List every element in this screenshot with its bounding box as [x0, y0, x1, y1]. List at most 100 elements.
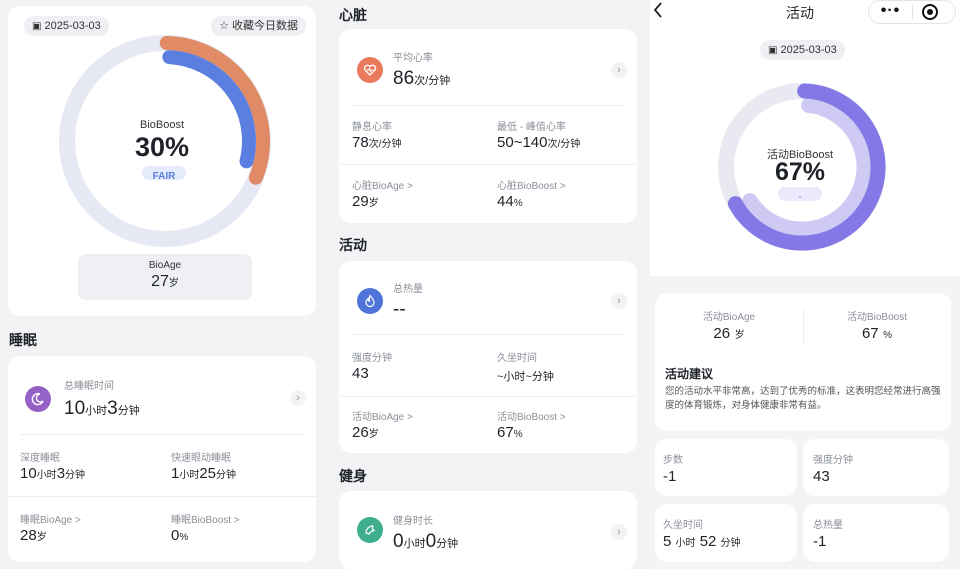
total-sleep-hours: 10	[64, 398, 86, 419]
calories-card[interactable]: 总热量 -1	[803, 504, 949, 562]
minutes-unit: 分钟	[65, 470, 86, 481]
avg-hr-label: 平均心率	[393, 53, 433, 64]
hr-range-unit: 次/分钟	[547, 139, 581, 150]
calories-value: -1	[813, 533, 827, 550]
calories-label: 总热量	[393, 284, 423, 295]
age-unit: 岁	[368, 198, 379, 209]
percent-unit: %	[179, 532, 189, 543]
activity-bioage-link[interactable]: 活动BioAge >	[352, 408, 413, 423]
heart-icon	[357, 57, 383, 83]
hr-range-value: 50~140	[497, 134, 548, 151]
chevron-right-icon[interactable]: ›	[611, 62, 627, 78]
activity-bioboost-label: 活动BioBoost	[846, 312, 908, 323]
age-unit: 岁	[368, 429, 379, 440]
minutes-unit: 分钟	[117, 405, 140, 417]
rem-sleep-label: 快速眼动睡眠	[171, 453, 231, 464]
rest-hr-unit: 次/分钟	[368, 139, 402, 150]
bioage-value: 27	[151, 273, 169, 290]
total-sleep-label: 总睡眠时间	[64, 381, 114, 392]
target-icon[interactable]	[922, 4, 938, 20]
fitness-minutes: 0	[425, 531, 437, 552]
sedentary-label: 久坐时间	[663, 520, 703, 531]
avg-hr-unit: 次/分钟	[414, 75, 451, 87]
deep-sleep-label: 深度睡眠	[20, 453, 60, 464]
fitness-hours: 0	[393, 531, 404, 552]
advice-text: 您的活动水平非常高，达到了优秀的标准，这表明您经常进行高强度的体育锻炼，对身体健…	[665, 386, 941, 411]
sleep-bioboost-link[interactable]: 睡眠BioBoost >	[171, 511, 240, 526]
percent-unit: %	[883, 330, 893, 341]
calories-value: --	[393, 299, 406, 320]
activity-detail-panel: 活动 •·• ▣ 2025-03-03 活动BioBoost 67% - 活动B…	[650, 0, 960, 569]
calories-label: 总热量	[813, 520, 843, 531]
heart-bioboost-value: 44	[497, 193, 514, 210]
calendar-icon: ▣	[768, 45, 778, 56]
hours-unit: 小时	[179, 470, 200, 481]
fire-icon	[357, 288, 383, 314]
ring-value: 67%	[774, 158, 826, 186]
moon-icon	[25, 386, 51, 412]
steps-card[interactable]: 步数 -1	[655, 439, 797, 496]
sleep-bioage-link[interactable]: 睡眠BioAge >	[20, 511, 81, 526]
steps-label: 步数	[663, 455, 683, 466]
hours-unit: 小时	[675, 538, 696, 549]
activity-bioboost-value: 67	[497, 424, 514, 441]
fitness-card: 健身时长 0小时0分钟 ›	[339, 491, 637, 569]
age-unit: 岁	[36, 532, 47, 543]
chevron-right-icon[interactable]: ›	[290, 390, 306, 406]
fitness-section-title: 健身	[339, 468, 367, 484]
deep-sleep-hours: 10	[20, 465, 37, 482]
intensity-minutes-label: 强度分钟	[813, 455, 853, 466]
advice-title: 活动建议	[665, 367, 714, 381]
heart-bioage-value: 29	[352, 193, 369, 210]
hours-unit: 小时	[403, 538, 426, 550]
sleep-section-title: 睡眠	[9, 332, 37, 348]
hr-range-label: 最低 - 峰值心率	[497, 122, 566, 133]
sedentary-value: ~小时~分钟	[497, 371, 554, 383]
sedentary-label: 久坐时间	[497, 353, 537, 364]
intensity-minutes-value: 43	[813, 468, 830, 485]
ring-value: 30%	[134, 132, 190, 162]
ring-badge: FAIR	[152, 171, 176, 182]
category-details-panel: 心脏 平均心率 86次/分钟 › 静息心率 78次/分钟 最低 - 峰值心率 5…	[331, 0, 645, 569]
ring-badge: -	[798, 192, 802, 203]
age-unit: 岁	[734, 330, 745, 341]
activity-bioage-value: 26	[352, 424, 369, 441]
bioboost-card: ▣ 2025-03-03 ☆ 收藏今日数据 BioBoost 30% FAIR …	[8, 6, 316, 316]
percent-unit: %	[513, 198, 523, 209]
intensity-card[interactable]: 强度分钟 43	[803, 439, 949, 496]
avg-hr-value: 86	[393, 68, 415, 89]
deep-sleep-minutes: 3	[56, 465, 66, 482]
chevron-right-icon[interactable]: ›	[611, 293, 627, 309]
activity-section-title: 活动	[339, 237, 367, 253]
activity-bioboost-value: 67	[861, 325, 879, 342]
percent-unit: %	[513, 429, 523, 440]
date-pill[interactable]: ▣ 2025-03-03	[760, 40, 845, 60]
bioage-box[interactable]: BioAge 27岁	[78, 254, 252, 300]
minutes-unit: 分钟	[216, 470, 237, 481]
bioboost-overview-panel: ▣ 2025-03-03 ☆ 收藏今日数据 BioBoost 30% FAIR …	[0, 0, 324, 569]
steps-value: -1	[663, 468, 677, 485]
sleep-bioage-value: 28	[20, 527, 37, 544]
chevron-right-icon[interactable]: ›	[611, 524, 627, 540]
rest-hr-label: 静息心率	[352, 122, 392, 133]
sleep-card: 总睡眠时间 10小时3分钟 › 深度睡眠 10小时3分钟 快速眼动睡眠 1小时2…	[8, 356, 316, 562]
fitness-duration-label: 健身时长	[393, 516, 433, 527]
sedentary-hours: 5	[663, 533, 672, 550]
activity-bioboost-link[interactable]: 活动BioBoost >	[497, 408, 566, 423]
heart-bioage-link[interactable]: 心脏BioAge >	[352, 177, 413, 192]
activity-summary-card: 活动BioAge 26 岁 活动BioBoost 67 % 活动建议 您的活动水…	[655, 293, 951, 431]
date-text: 2025-03-03	[780, 44, 837, 56]
heart-section-title: 心脏	[339, 7, 367, 23]
heart-card: 平均心率 86次/分钟 › 静息心率 78次/分钟 最低 - 峰值心率 50~1…	[339, 29, 637, 223]
heart-bioboost-link[interactable]: 心脏BioBoost >	[497, 177, 566, 192]
hours-unit: 小时	[36, 470, 57, 481]
hours-unit: 小时	[85, 405, 108, 417]
bioage-label: BioAge	[148, 260, 182, 271]
activity-bioage-label: 活动BioAge	[702, 312, 756, 323]
minutes-unit: 分钟	[720, 538, 741, 549]
sedentary-card[interactable]: 久坐时间 5 小时 52 分钟	[655, 504, 797, 562]
rem-sleep-minutes: 25	[199, 465, 217, 482]
bioage-unit: 岁	[168, 278, 179, 289]
dumbbell-icon	[357, 517, 383, 543]
more-icon[interactable]: •·•	[869, 1, 912, 23]
